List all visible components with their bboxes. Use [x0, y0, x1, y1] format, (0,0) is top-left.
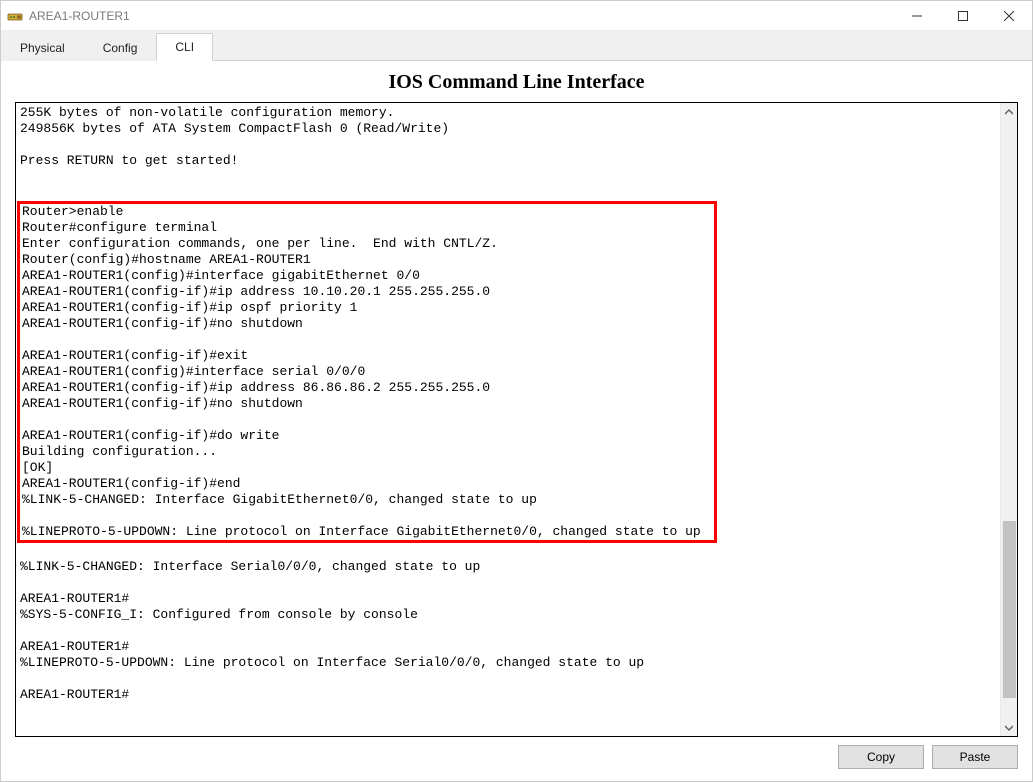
minimize-button[interactable]	[894, 1, 940, 30]
terminal-output[interactable]: 255K bytes of non-volatile configuration…	[16, 103, 1000, 736]
tab-cli[interactable]: CLI	[156, 33, 213, 61]
window-title: AREA1-ROUTER1	[29, 9, 894, 23]
scrollbar[interactable]	[1000, 103, 1017, 736]
scroll-thumb[interactable]	[1003, 521, 1016, 698]
tab-config[interactable]: Config	[84, 34, 157, 61]
app-window: AREA1-ROUTER1 Physical Config CLI IOS Co…	[0, 0, 1033, 782]
app-icon	[7, 8, 23, 24]
close-button[interactable]	[986, 1, 1032, 30]
terminal-container: 255K bytes of non-volatile configuration…	[15, 102, 1018, 737]
terminal-highlight-box: Router>enable Router#configure terminal …	[17, 201, 717, 543]
cli-heading: IOS Command Line Interface	[15, 65, 1018, 102]
scroll-up-icon[interactable]	[1001, 103, 1017, 120]
window-controls	[894, 1, 1032, 30]
copy-button[interactable]: Copy	[838, 745, 924, 769]
content-area: IOS Command Line Interface 255K bytes of…	[1, 61, 1032, 781]
tab-physical[interactable]: Physical	[1, 34, 84, 61]
tab-strip: Physical Config CLI	[1, 31, 1032, 61]
button-row: Copy Paste	[15, 737, 1018, 769]
terminal-text-pre: 255K bytes of non-volatile configuration…	[20, 105, 449, 168]
maximize-button[interactable]	[940, 1, 986, 30]
titlebar: AREA1-ROUTER1	[1, 1, 1032, 31]
terminal-text-post: %LINK-5-CHANGED: Interface Serial0/0/0, …	[20, 559, 644, 702]
paste-button[interactable]: Paste	[932, 745, 1018, 769]
scroll-down-icon[interactable]	[1001, 719, 1017, 736]
